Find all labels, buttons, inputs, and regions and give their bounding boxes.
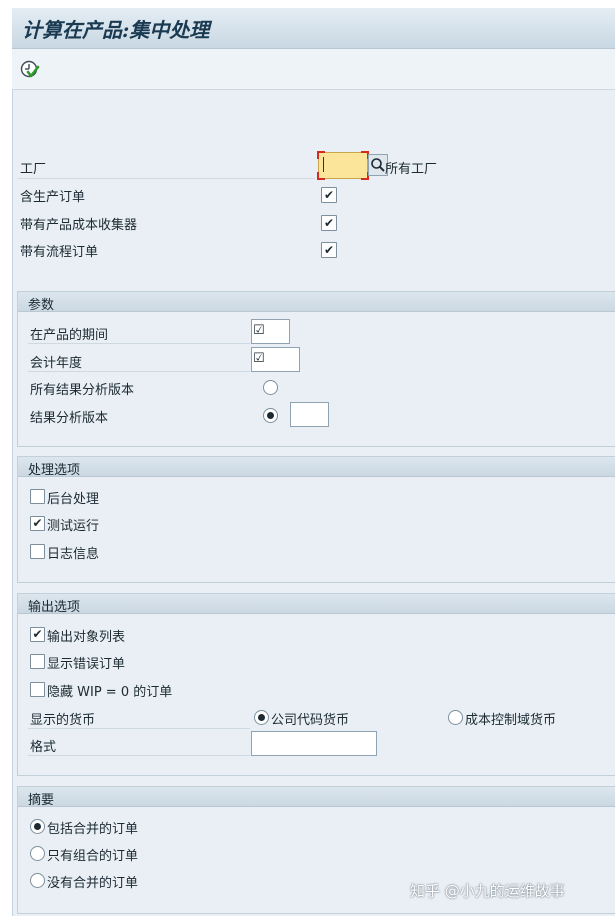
- plant-label: 工厂: [20, 162, 47, 177]
- ra-version-label: 结果分析版本: [30, 411, 109, 426]
- processing-options-group-title: 处理选项: [28, 463, 81, 478]
- controlling-area-currency-radio[interactable]: [448, 710, 463, 725]
- incl-production-orders-label: 含生产订单: [20, 190, 86, 205]
- object-list-checkbox[interactable]: ✔: [30, 627, 45, 642]
- no-merged-orders-label: 没有合并的订单: [47, 876, 139, 891]
- display-currency-label: 显示的货币: [30, 713, 96, 728]
- background-processing-label: 后台处理: [47, 492, 100, 507]
- wip-period-input[interactable]: ☑: [251, 319, 290, 344]
- test-run-label: 测试运行: [47, 519, 100, 534]
- show-error-orders-checkbox[interactable]: [30, 654, 45, 669]
- wip-period-label: 在产品的期间: [30, 328, 109, 343]
- company-code-currency-radio[interactable]: [254, 710, 269, 725]
- test-run-checkbox[interactable]: ✔: [30, 516, 45, 531]
- text-cursor: [323, 157, 324, 172]
- only-combined-orders-label: 只有组合的订单: [47, 849, 139, 864]
- summary-group-title: 摘要: [28, 793, 55, 808]
- layout-input[interactable]: [251, 731, 377, 756]
- incl-merged-orders-radio[interactable]: [30, 819, 45, 834]
- fiscal-year-input-value: ☑: [253, 351, 265, 366]
- title-bar: 计算在产品:集中处理: [12, 8, 615, 49]
- layout-underline: [28, 755, 250, 756]
- company-code-currency-label: 公司代码货币: [271, 713, 350, 728]
- parameters-group-header: 参数: [18, 292, 615, 313]
- plant-input[interactable]: [317, 151, 369, 180]
- with-process-orders-checkbox[interactable]: ✔: [321, 242, 337, 258]
- hide-wip-zero-label: 隐藏 WIP = 0 的订单: [47, 685, 173, 700]
- watermark: 知乎 @小九的运维故事: [410, 882, 565, 900]
- log-label: 日志信息: [47, 547, 100, 562]
- controlling-area-currency-label: 成本控制域货币: [465, 713, 557, 728]
- execute-clock-check-icon[interactable]: [20, 59, 40, 79]
- incl-merged-orders-label: 包括合并的订单: [47, 822, 139, 837]
- summary-group-header: 摘要: [18, 787, 615, 808]
- output-options-group-header: 输出选项: [18, 594, 615, 615]
- hide-wip-zero-checkbox[interactable]: [30, 682, 45, 697]
- all-ra-versions-radio[interactable]: [263, 380, 278, 395]
- show-error-orders-label: 显示错误订单: [47, 657, 126, 672]
- layout-label: 格式: [30, 740, 57, 755]
- parameters-group-title: 参数: [28, 298, 55, 313]
- log-checkbox[interactable]: [30, 544, 45, 559]
- output-options-group-title: 输出选项: [28, 600, 81, 615]
- page-title: 计算在产品:集中处理: [22, 18, 210, 42]
- no-merged-orders-radio[interactable]: [30, 873, 45, 888]
- incl-production-orders-checkbox[interactable]: ✔: [321, 187, 337, 203]
- object-list-label: 输出对象列表: [47, 630, 126, 645]
- application-toolbar: [12, 49, 615, 90]
- required-marker: [317, 172, 325, 180]
- parameters-group: 参数 在产品的期间 ☑ 会计年度 ☑ 所有结果分析版本 结果分析版本: [17, 291, 615, 447]
- processing-options-group: 处理选项 后台处理 ✔ 测试运行 日志信息: [17, 456, 615, 583]
- processing-options-group-header: 处理选项: [18, 457, 615, 478]
- only-combined-orders-radio[interactable]: [30, 846, 45, 861]
- all-plants-label: 所有工厂: [385, 162, 438, 177]
- all-ra-versions-label: 所有结果分析版本: [30, 383, 135, 398]
- display-currency-underline: [28, 728, 250, 729]
- fiscal-year-input[interactable]: ☑: [251, 347, 300, 372]
- ra-version-input[interactable]: [290, 402, 329, 427]
- with-cost-collectors-label: 带有产品成本收集器: [20, 218, 138, 233]
- ra-version-radio[interactable]: [263, 408, 278, 423]
- output-options-group: 输出选项 ✔ 输出对象列表 显示错误订单 隐藏 WIP = 0 的订单 显示的货…: [17, 593, 615, 776]
- fiscal-year-label: 会计年度: [30, 356, 83, 371]
- plant-underline: [18, 178, 315, 179]
- wip-period-underline: [28, 343, 250, 344]
- with-cost-collectors-checkbox[interactable]: ✔: [321, 215, 337, 231]
- fiscal-year-underline: [28, 371, 250, 372]
- wip-period-input-value: ☑: [253, 323, 265, 338]
- background-processing-checkbox[interactable]: [30, 489, 45, 504]
- with-process-orders-label: 带有流程订单: [20, 245, 99, 260]
